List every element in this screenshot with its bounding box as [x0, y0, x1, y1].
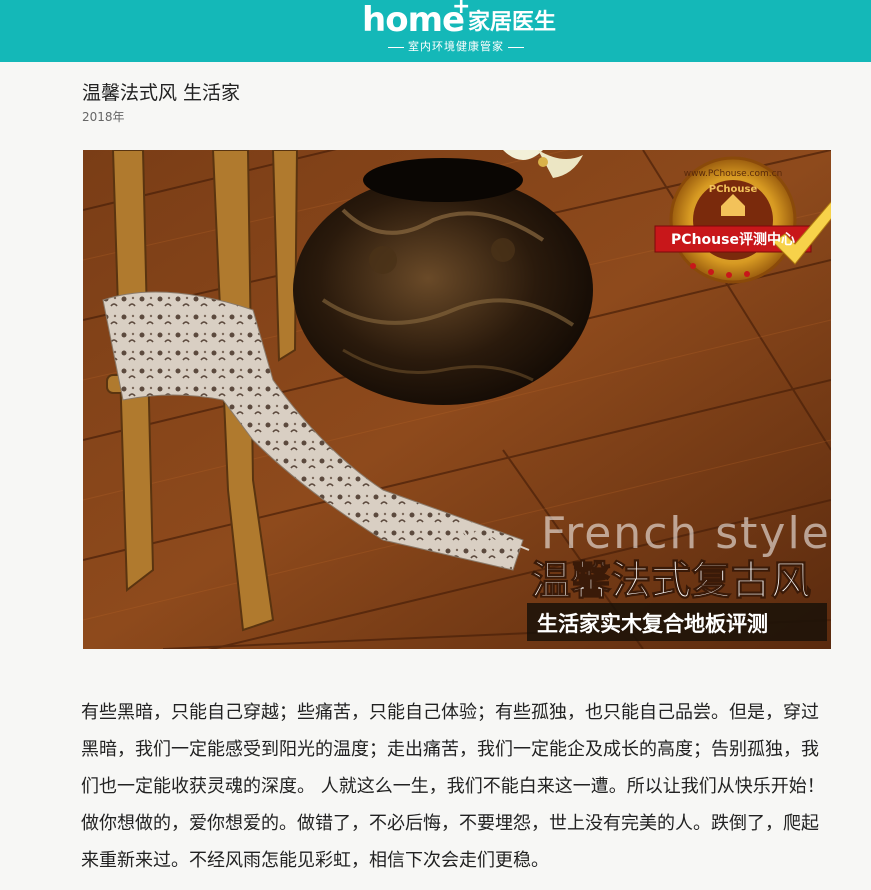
english-caption: French style [541, 508, 831, 559]
stamp-brand: PChouse [709, 184, 758, 195]
article-title: 温馨法式风 生活家 [82, 82, 241, 104]
hero-subheadline: 生活家实木复合地板评测 [537, 612, 768, 636]
article-paragraph: 有些黑暗，只能自己穿越；些痛苦，只能自己体验；有些孤独，也只能自己品尝。但是，穿… [81, 702, 825, 871]
stamp-url: www.PChouse.com.cn [684, 169, 783, 179]
top-header: home + 家居医生 室内环境健康管家 [0, 0, 871, 62]
logo-wordmark: home [362, 0, 465, 40]
article-date: 2018年 [82, 110, 125, 124]
hero-image: PChouse评测中心 www.PChouse.com.cn PChouse F… [83, 150, 831, 649]
stamp-text: PChouse评测中心 [671, 231, 795, 248]
logo-tagline: 室内环境健康管家 [376, 40, 536, 54]
site-logo[interactable]: home + 家居医生 室内环境健康管家 [362, 0, 556, 60]
logo-brand-name: 家居医生 [468, 10, 557, 35]
hero-headline: 温馨法式复古风 [531, 558, 811, 604]
